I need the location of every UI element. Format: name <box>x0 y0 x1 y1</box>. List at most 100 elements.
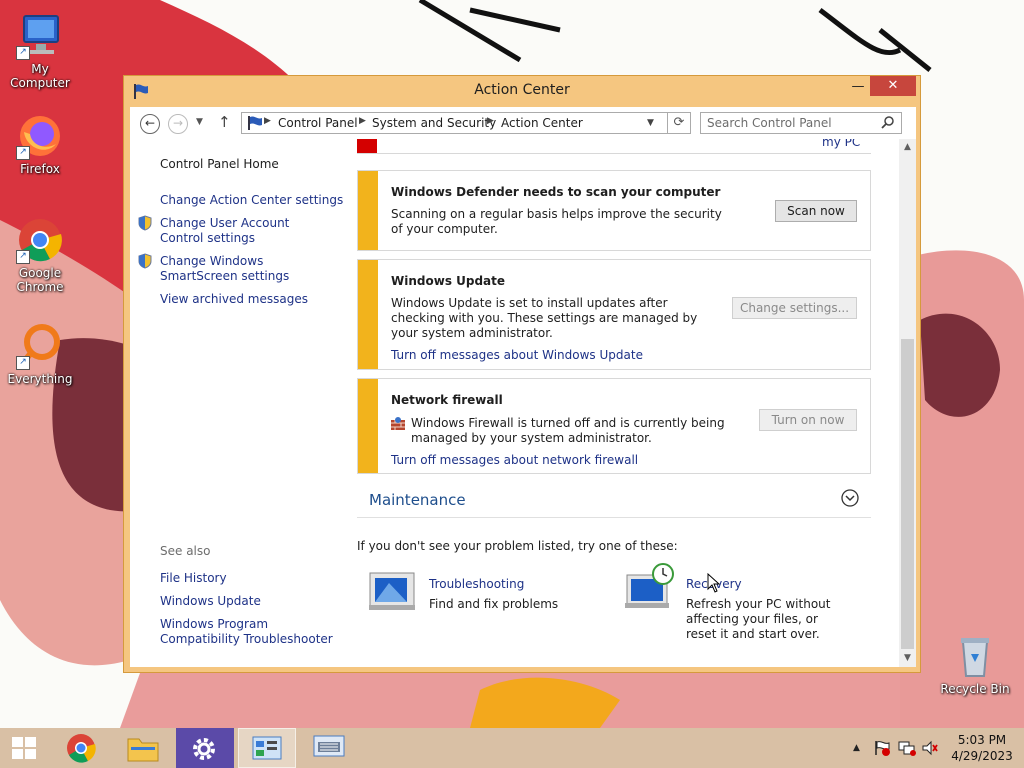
taskbar-control-panel[interactable] <box>238 728 296 768</box>
windows-update-panel: Windows Update Windows Update is set to … <box>357 259 871 370</box>
mouse-cursor-icon <box>707 573 721 593</box>
taskbar-settings[interactable] <box>176 728 234 768</box>
chevron-up-icon: ▲ <box>853 743 860 753</box>
compatibility-troubleshooter-link[interactable]: Windows Program Compatibility Troublesho… <box>160 617 335 647</box>
turn-on-now-button[interactable]: Turn on now <box>759 409 857 431</box>
search-input[interactable] <box>707 115 872 131</box>
divider <box>357 517 871 518</box>
chevron-down-icon: ▼ <box>647 118 654 128</box>
system-clock[interactable]: 5:03 PM 4/29/2023 <box>948 732 1016 764</box>
my-pc-link[interactable]: my PC <box>822 139 860 149</box>
desktop-icon-google-chrome[interactable]: ↗ Google Chrome <box>0 216 80 294</box>
action-center-window: Action Center — ☐ ✕ ← → ▼ ↑ ▶ Control Pa… <box>123 75 921 673</box>
shortcut-arrow-icon: ↗ <box>16 146 30 160</box>
uac-shield-icon <box>138 253 152 269</box>
panel-title: Windows Defender needs to scan your comp… <box>391 185 721 199</box>
clock-time: 5:03 PM <box>957 733 1007 747</box>
gear-icon <box>193 738 215 760</box>
computer-icon: ↗ <box>16 12 64 60</box>
uac-shield-icon <box>138 215 152 231</box>
control-panel-home-link[interactable]: Control Panel Home <box>160 157 279 172</box>
start-button[interactable] <box>0 728 50 768</box>
address-history-dropdown[interactable]: ▼ <box>647 118 654 128</box>
control-panel-flag-icon <box>248 116 262 130</box>
forward-button[interactable]: → <box>168 114 188 134</box>
taskbar-on-screen-keyboard[interactable] <box>300 728 358 768</box>
desktop-icon-label: Google Chrome <box>16 266 64 294</box>
change-action-center-settings-link[interactable]: Change Action Center settings <box>160 193 343 208</box>
chrome-icon <box>67 734 96 763</box>
panel-title: Windows Update <box>391 274 506 288</box>
folder-icon <box>127 738 159 762</box>
desktop-icon-my-computer[interactable]: ↗ My Computer <box>0 12 80 90</box>
view-archived-messages-link[interactable]: View archived messages <box>160 292 308 307</box>
clock-date: 4/29/2023 <box>951 749 1013 763</box>
refresh-button[interactable]: ⟳ <box>667 112 691 134</box>
up-button[interactable]: ↑ <box>218 113 231 131</box>
scan-now-button[interactable]: Scan now <box>775 200 857 222</box>
volume-muted-icon[interactable] <box>922 740 938 756</box>
desktop-icon-recycle-bin[interactable]: Recycle Bin <box>935 632 1015 696</box>
troubleshooting-icon[interactable] <box>369 571 415 611</box>
turn-off-firewall-messages-link[interactable]: Turn off messages about network firewall <box>391 453 638 467</box>
critical-status-bar <box>357 139 377 153</box>
minimize-button[interactable]: — <box>844 77 872 97</box>
breadcrumb-system-and-security[interactable]: System and Security <box>372 116 496 130</box>
help-prompt: If you don't see your problem listed, tr… <box>357 539 678 553</box>
back-button[interactable]: ← <box>140 114 160 134</box>
file-history-link[interactable]: File History <box>160 571 227 586</box>
network-icon[interactable] <box>898 740 916 756</box>
search-box[interactable] <box>700 112 902 134</box>
troubleshooting-link[interactable]: Troubleshooting <box>429 577 524 591</box>
windows-logo-icon <box>12 737 36 759</box>
scrollbar-thumb[interactable] <box>901 339 914 649</box>
chevron-down-circle-icon[interactable] <box>841 489 859 507</box>
defender-panel: Windows Defender needs to scan your comp… <box>357 170 871 251</box>
breadcrumb-separator-icon: ▶ <box>487 116 494 126</box>
recovery-description: Refresh your PC without affecting your f… <box>686 597 831 641</box>
arrow-left-icon: ← <box>144 116 156 130</box>
recovery-icon[interactable] <box>625 563 675 613</box>
taskbar-chrome[interactable] <box>52 728 110 768</box>
address-box[interactable]: ▶ Control Panel ▶ System and Security ▶ … <box>241 112 691 134</box>
scroll-up-button[interactable]: ▲ <box>899 139 916 156</box>
search-icon[interactable] <box>881 115 895 129</box>
address-bar-row: ← → ▼ ↑ ▶ Control Panel ▶ System and Sec… <box>130 107 916 139</box>
breadcrumb-action-center[interactable]: Action Center <box>501 116 583 130</box>
content-area: Control Panel Home Change Action Center … <box>130 139 916 667</box>
keyboard-icon <box>313 735 345 757</box>
firewall-icon <box>391 417 405 430</box>
recent-pages-dropdown[interactable]: ▼ <box>196 117 203 127</box>
vertical-scrollbar[interactable]: ▲ ▼ <box>899 139 916 667</box>
turn-off-windows-update-messages-link[interactable]: Turn off messages about Windows Update <box>391 348 643 362</box>
warning-bar <box>358 171 378 250</box>
desktop-icon-everything[interactable]: ↗ Everything <box>0 322 80 386</box>
show-hidden-icons-button[interactable]: ▲ <box>853 743 860 753</box>
warning-bar <box>358 379 378 473</box>
breadcrumb-control-panel[interactable]: Control Panel <box>278 116 358 130</box>
maintenance-section-heading[interactable]: Maintenance <box>369 491 466 509</box>
scroll-down-button[interactable]: ▼ <box>899 650 916 667</box>
firefox-icon: ↗ <box>16 112 64 160</box>
close-button[interactable]: ✕ <box>870 76 916 96</box>
shortcut-arrow-icon: ↗ <box>16 46 30 60</box>
change-smartscreen-settings-link[interactable]: Change Windows SmartScreen settings <box>160 254 330 284</box>
desktop-icon-firefox[interactable]: ↗ Firefox <box>0 112 80 176</box>
chevron-down-icon: ▼ <box>196 117 203 127</box>
window-title: Action Center <box>474 82 570 98</box>
taskbar-file-explorer[interactable] <box>114 728 172 768</box>
shortcut-arrow-icon: ↗ <box>16 250 30 264</box>
desktop-icon-label: Everything <box>7 372 73 386</box>
windows-update-link[interactable]: Windows Update <box>160 594 261 609</box>
change-uac-settings-link[interactable]: Change User Account Control settings <box>160 216 330 246</box>
panel-description: Windows Firewall is turned off and is cu… <box>411 416 725 445</box>
action-center-flag-icon[interactable] <box>874 740 890 756</box>
chevron-down-icon: ▼ <box>904 653 911 663</box>
change-settings-button[interactable]: Change settings... <box>732 297 857 319</box>
network-firewall-panel: Network firewall Windows Firewall is tur… <box>357 378 871 474</box>
chevron-up-icon: ▲ <box>904 142 911 152</box>
panel-description: Scanning on a regular basis helps improv… <box>391 207 722 236</box>
panel-title: Network firewall <box>391 393 503 407</box>
desktop-icon-label: My Computer <box>10 62 70 90</box>
title-bar[interactable]: Action Center — ☐ ✕ <box>124 76 920 106</box>
